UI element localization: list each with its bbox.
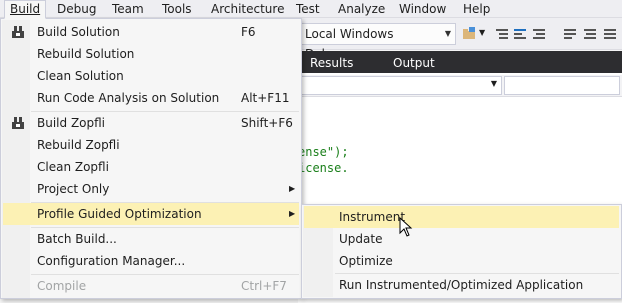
menu-item-instrument[interactable]: Instrument bbox=[304, 206, 619, 228]
mouse-cursor-icon bbox=[399, 217, 413, 237]
menu-item-compile: Compile Ctrl+F7 bbox=[37, 279, 287, 293]
scope-combo[interactable]: ▼ bbox=[300, 76, 502, 95]
menu-item-update[interactable]: Update bbox=[304, 228, 619, 250]
tab-output[interactable]: Output bbox=[393, 54, 435, 73]
menu-item-batch-build[interactable]: Batch Build... bbox=[3, 228, 299, 250]
build-icon bbox=[12, 117, 24, 129]
comment-icon[interactable] bbox=[562, 26, 578, 42]
bookmark-icon[interactable] bbox=[602, 26, 618, 42]
menu-item-project-only[interactable]: Project Only ▶ bbox=[3, 178, 299, 200]
menu-item-optimize[interactable]: Optimize bbox=[304, 250, 619, 272]
menu-team[interactable]: Team bbox=[107, 1, 149, 17]
tab-results[interactable]: Results bbox=[310, 54, 353, 73]
menu-bar: Build Debug Team Tools Architecture Test… bbox=[0, 0, 622, 19]
submenu-arrow-icon: ▶ bbox=[289, 184, 296, 193]
menu-item-run-code-analysis[interactable]: Run Code Analysis on Solution Alt+F11 bbox=[3, 87, 299, 109]
submenu-arrow-icon: ▶ bbox=[289, 209, 296, 218]
pgo-submenu: Instrument Update Optimize Run Instrumen… bbox=[301, 204, 622, 299]
menu-architecture[interactable]: Architecture bbox=[206, 1, 289, 17]
menu-item-build-zopfli[interactable]: Build Zopfli Shift+F6 bbox=[3, 112, 299, 134]
code-line: ense"); bbox=[298, 145, 349, 159]
menu-window[interactable]: Window bbox=[394, 1, 451, 17]
toolbar-dropdown-icon[interactable]: ▼ bbox=[479, 28, 495, 44]
chevron-down-icon: ▼ bbox=[490, 79, 497, 88]
debugger-combo[interactable]: Local Windows Debugger ▼ bbox=[298, 23, 456, 61]
chevron-down-icon: ▼ bbox=[444, 29, 451, 38]
document-tab-strip: Results Output bbox=[298, 51, 622, 73]
menu-item-rebuild-solution[interactable]: Rebuild Solution bbox=[3, 43, 299, 65]
menu-item-clean-zopfli[interactable]: Clean Zopfli bbox=[3, 156, 299, 178]
align-icon[interactable] bbox=[512, 26, 528, 42]
step-icon[interactable] bbox=[494, 26, 510, 42]
code-line: icense. bbox=[298, 161, 349, 175]
uncomment-icon[interactable] bbox=[582, 26, 598, 42]
indent-icon[interactable] bbox=[531, 26, 547, 42]
menu-test[interactable]: Test bbox=[291, 1, 325, 17]
menu-analyze[interactable]: Analyze bbox=[333, 1, 390, 17]
menu-item-rebuild-zopfli[interactable]: Rebuild Zopfli bbox=[3, 134, 299, 156]
menu-item-build-solution[interactable]: Build Solution F6 bbox=[3, 21, 299, 43]
build-icon bbox=[12, 26, 24, 38]
menu-tools[interactable]: Tools bbox=[157, 1, 197, 17]
navigation-bar: ▼ bbox=[298, 75, 622, 97]
menu-item-configuration-manager[interactable]: Configuration Manager... bbox=[3, 250, 299, 272]
menu-item-run-instrumented-application[interactable]: Run Instrumented/Optimized Application bbox=[304, 274, 619, 296]
menu-debug[interactable]: Debug bbox=[52, 1, 101, 17]
build-menu: Build Solution F6 Rebuild Solution Clean… bbox=[0, 18, 302, 299]
folder-icon[interactable] bbox=[462, 26, 478, 42]
member-combo[interactable] bbox=[504, 76, 620, 95]
menu-item-clean-solution[interactable]: Clean Solution bbox=[3, 65, 299, 87]
menu-item-profile-guided-optimization[interactable]: Profile Guided Optimization ▶ bbox=[3, 203, 299, 225]
menu-build[interactable]: Build bbox=[4, 0, 47, 19]
menu-help[interactable]: Help bbox=[458, 1, 495, 17]
